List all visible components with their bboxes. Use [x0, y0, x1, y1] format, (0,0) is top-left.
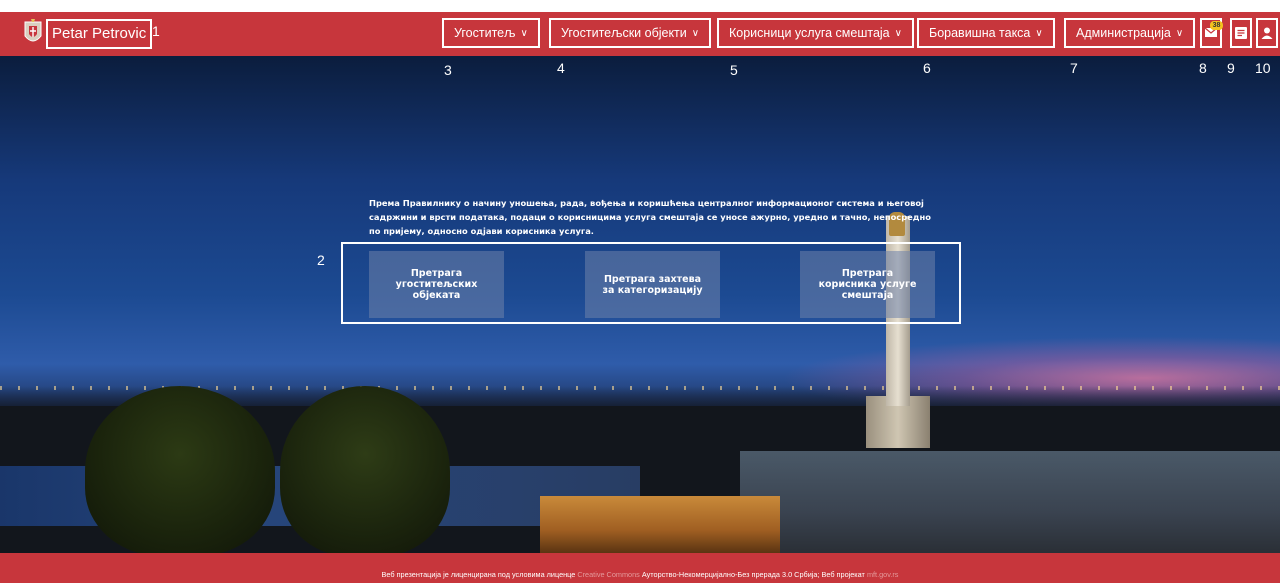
footer-project-text: Ауторство-Некомерцијално-Без прерада 3.0… — [641, 570, 865, 579]
menu-korisnici-usluga[interactable]: Корисници услуга смештаја ∨ — [717, 18, 914, 48]
menu-label: Боравишна такса — [929, 26, 1031, 40]
annotation-number: 5 — [730, 62, 738, 78]
search-guests-button[interactable]: Претрага корисника услуге смештаја — [800, 251, 935, 318]
menu-boravisna-taksa[interactable]: Боравишна такса ∨ — [917, 18, 1055, 48]
fortress-wall — [540, 496, 780, 553]
mail-button[interactable]: 38 — [1200, 18, 1223, 48]
fortress-plaza — [740, 451, 1280, 553]
annotation-number: 8 — [1199, 60, 1207, 76]
tree — [85, 386, 275, 553]
intro-text: Према Правилнику о начину уношења, рада,… — [369, 198, 931, 236]
coat-of-arms-icon[interactable] — [22, 18, 44, 48]
annotation-number: 2 — [317, 252, 325, 268]
quick-actions-panel: Претрага угоститељских објеката Претрага… — [341, 242, 961, 324]
top-navbar: Petar Petrovic Угоститељ ∨ Угоститељски о… — [0, 12, 1280, 56]
chevron-down-icon: ∨ — [520, 28, 528, 39]
hero-background: Према Правилнику о начину уношења, рада,… — [0, 56, 1280, 553]
footer-license-text: Веб презентација је лиценцирана под усло… — [381, 570, 576, 579]
user-icon — [1261, 27, 1273, 39]
menu-label: Корисници услуга смештаја — [729, 26, 890, 40]
creative-commons-link[interactable]: Creative Commons — [577, 570, 639, 579]
chevron-down-icon: ∨ — [1035, 28, 1043, 39]
chevron-down-icon: ∨ — [691, 28, 700, 39]
menu-label: Администрација — [1076, 26, 1171, 40]
menu-ugostiteljski-objekti[interactable]: Угоститељски објекти ∨ — [549, 18, 712, 48]
annotation-number: 7 — [1070, 60, 1078, 76]
chevron-down-icon: ∨ — [1175, 28, 1184, 39]
search-facilities-button[interactable]: Претрага угоститељских објеката — [369, 251, 504, 318]
annotation-number: 6 — [923, 60, 931, 76]
search-categorization-requests-button[interactable]: Претрага захтева за категоризацију — [585, 251, 720, 318]
user-profile-button[interactable] — [1256, 18, 1278, 48]
annotation-number: 4 — [557, 60, 565, 76]
notes-icon — [1235, 27, 1247, 39]
footer: Веб презентација је лиценцирана под усло… — [0, 553, 1280, 583]
menu-administracija[interactable]: Администрација ∨ — [1064, 18, 1196, 48]
mft-link[interactable]: mft.gov.rs — [867, 570, 899, 579]
page: Petar Petrovic Угоститељ ∨ Угоститељски о… — [0, 0, 1280, 583]
annotation-number: 3 — [444, 62, 452, 78]
chevron-down-icon: ∨ — [894, 28, 902, 39]
user-name-link[interactable]: Petar Petrovic — [46, 19, 153, 49]
menu-label: Угоститељ — [454, 26, 516, 40]
annotation-number: 1 — [152, 23, 160, 39]
mail-badge: 38 — [1210, 21, 1223, 30]
tree — [280, 386, 450, 553]
menu-ugostitelj[interactable]: Угоститељ ∨ — [442, 18, 540, 48]
top-strip — [0, 0, 1280, 12]
annotation-number: 9 — [1227, 60, 1235, 76]
menu-label: Угоститељски објекти — [561, 26, 687, 40]
notes-button[interactable] — [1230, 18, 1252, 48]
annotation-number: 10 — [1255, 60, 1271, 76]
